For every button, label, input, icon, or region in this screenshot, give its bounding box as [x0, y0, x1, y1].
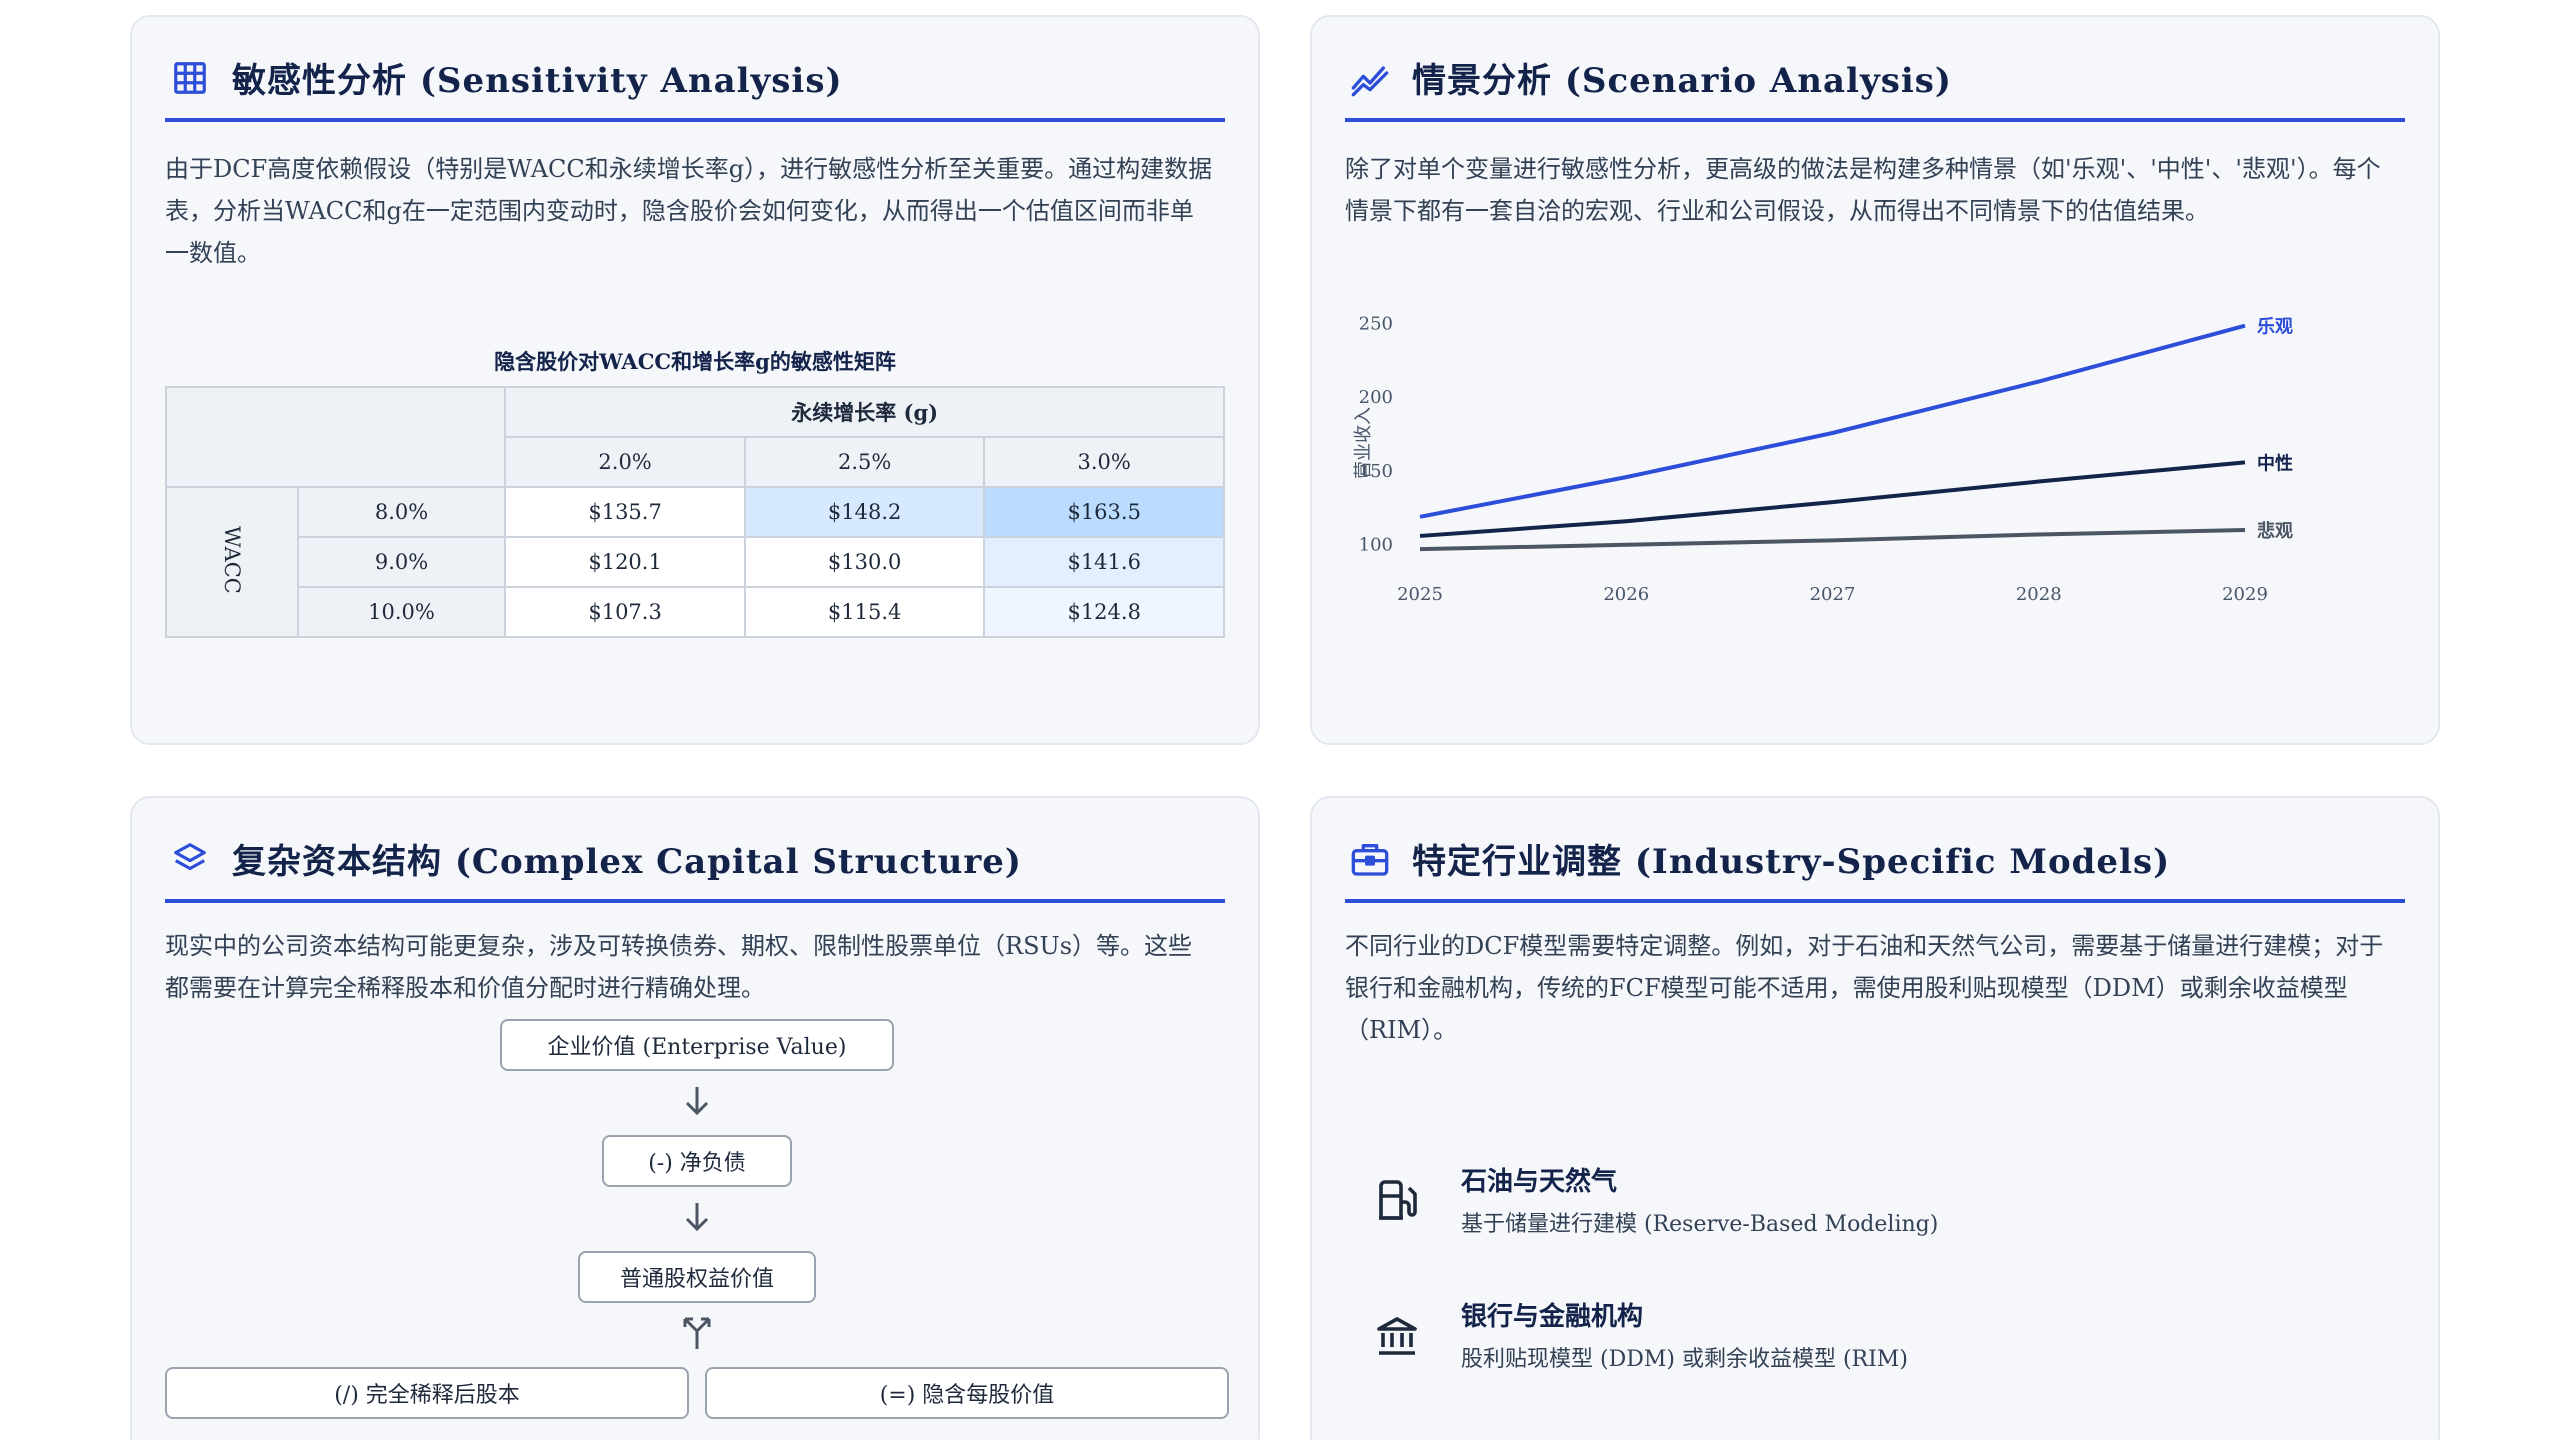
split-arrow-icon: [683, 1317, 711, 1349]
y-tick-label: 250: [1359, 314, 1393, 335]
industry-name: 石油与天然气: [1461, 1167, 1618, 1197]
y-axis-label: 营业收入: [1353, 407, 1374, 479]
price-cell: $120.1: [504, 536, 746, 588]
fuel-pump-icon: [1373, 1176, 1421, 1224]
table-row: 9.0% $120.1 $130.0 $141.6: [166, 536, 1225, 588]
scenario-card: 情景分析 (Scenario Analysis) 除了对单个变量进行敏感性分析，…: [1310, 15, 2440, 745]
list-item: 石油与天然气 基于储量进行建模 (Reserve-Based Modeling): [1373, 1161, 2405, 1238]
y-tick-label: 100: [1359, 534, 1393, 555]
industry-item-text: 石油与天然气 基于储量进行建模 (Reserve-Based Modeling): [1461, 1161, 1938, 1238]
arrow-down-icon: [685, 1203, 709, 1232]
flow-implied-price: (=) 隐含每股价值: [705, 1367, 1229, 1419]
industry-item-text: 银行与金融机构 股利贴现模型 (DDM) 或剩余收益模型 (RIM): [1461, 1296, 1908, 1373]
series-line: [1419, 323, 2246, 519]
growth-rate-header: 3.0%: [983, 436, 1225, 488]
industry-title: 特定行业调整 (Industry-Specific Models): [1412, 842, 2171, 882]
wacc-value: 9.0%: [296, 536, 507, 588]
industry-header: 特定行业调整 (Industry-Specific Models): [1345, 834, 2405, 903]
list-item: 银行与金融机构 股利贴现模型 (DDM) 或剩余收益模型 (RIM): [1373, 1296, 2405, 1373]
flow-diluted-shares: (/) 完全稀释后股本: [165, 1367, 689, 1419]
sensitivity-matrix: 永续增长率 (g) 2.0% 2.5% 3.0% WACC 8.0% $135.…: [164, 386, 1225, 638]
industry-name: 银行与金融机构: [1461, 1302, 1644, 1332]
flow-equity-value: 普通股权益价值: [578, 1251, 816, 1303]
x-tick-label: 2026: [1603, 584, 1649, 605]
series-label: 乐观: [2257, 317, 2293, 338]
price-cell: $107.3: [504, 586, 746, 638]
capital-flow-diagram: 企业价值 (Enterprise Value) (-) 净负债 普通股权益价值 …: [165, 1019, 1229, 1440]
y-tick-label: 200: [1359, 387, 1393, 408]
table-row: 10.0% $107.3 $115.4 $124.8: [166, 586, 1225, 638]
x-tick-label: 2027: [1810, 584, 1856, 605]
price-cell: $141.6: [983, 536, 1225, 588]
industry-sub: 基于储量进行建模 (Reserve-Based Modeling): [1461, 1212, 1939, 1237]
industry-description: 不同行业的DCF模型需要特定调整。例如，对于石油和天然气公司，需要基于储量进行建…: [1345, 932, 2384, 1044]
x-tick-label: 2028: [2016, 584, 2062, 605]
growth-rate-header: 2.0%: [504, 436, 746, 488]
scenario-header: 情景分析 (Scenario Analysis): [1345, 53, 2405, 122]
price-cell: $135.7: [504, 486, 746, 538]
capital-header: 复杂资本结构 (Complex Capital Structure): [165, 834, 1225, 903]
table-caption: 隐含股价对WACC和增长率g的敏感性矩阵: [494, 349, 896, 374]
arrow-down-icon: [685, 1087, 709, 1116]
trend-icon: [1350, 58, 1390, 98]
price-cell: $148.2: [743, 486, 986, 538]
growth-rate-header: 2.5%: [743, 436, 986, 488]
scenario-description: 除了对单个变量进行敏感性分析，更高级的做法是构建多种情景（如'乐观'、'中性'、…: [1345, 155, 2381, 225]
grid-icon: [170, 58, 210, 98]
series-line: [1419, 460, 2246, 538]
price-cell: $115.4: [743, 586, 986, 638]
capital-card: 复杂资本结构 (Complex Capital Structure) 现实中的公…: [130, 796, 1260, 1440]
series-label: 中性: [2257, 452, 2293, 474]
matrix-corner: [164, 386, 507, 488]
price-cell: $130.0: [743, 536, 986, 588]
wacc-value: 8.0%: [296, 486, 507, 538]
flow-net-debt: (-) 净负债: [602, 1135, 792, 1187]
sensitivity-card: 敏感性分析 (Sensitivity Analysis) 由于DCF高度依赖假设…: [130, 15, 1260, 745]
wacc-value: 10.0%: [296, 586, 507, 638]
capital-title: 复杂资本结构 (Complex Capital Structure): [232, 842, 1022, 882]
scenario-chart-container: 100 150 200 250 2025 2026 2027 2028 2029 营业收入 乐观 中性…: [1345, 288, 2405, 612]
scenario-chart: 1001502002502025 2026 2027 2028 2029营业收入乐观中性…: [1353, 314, 2293, 605]
flow-enterprise-value: 企业价值 (Enterprise Value): [500, 1019, 894, 1071]
table-row: WACC 8.0% $135.7 $148.2 $163.5: [165, 486, 1225, 638]
series-line: [1419, 528, 2246, 552]
price-cell: $124.8: [983, 586, 1225, 638]
industry-list: 石油与天然气 基于储量进行建模 (Reserve-Based Modeling)…: [1345, 1161, 2405, 1373]
growth-header: 永续增长率 (g): [504, 386, 1225, 438]
series-label: 悲观: [2257, 520, 2293, 542]
briefcase-icon: [1350, 839, 1390, 879]
price-cell: $163.5: [983, 486, 1225, 538]
wacc-header: WACC: [165, 486, 299, 638]
capital-description: 现实中的公司资本结构可能更复杂，涉及可转换债券、期权、限制性股票单位（RSUs）…: [165, 932, 1193, 1002]
industry-card: 特定行业调整 (Industry-Specific Models) 不同行业的D…: [1310, 796, 2440, 1440]
x-tick-label: 2025: [1397, 584, 1443, 605]
sensitivity-description: 由于DCF高度依赖假设（特别是WACC和永续增长率g），进行敏感性分析至关重要。…: [165, 155, 1213, 267]
x-tick-label: 2029: [2222, 584, 2268, 605]
layers-icon: [170, 839, 210, 879]
sensitivity-title: 敏感性分析 (Sensitivity Analysis): [232, 61, 843, 101]
bank-icon: [1373, 1311, 1421, 1359]
industry-sub: 股利贴现模型 (DDM) 或剩余收益模型 (RIM): [1461, 1347, 1908, 1372]
scenario-title: 情景分析 (Scenario Analysis): [1412, 61, 1952, 101]
sensitivity-header: 敏感性分析 (Sensitivity Analysis): [165, 53, 1225, 122]
